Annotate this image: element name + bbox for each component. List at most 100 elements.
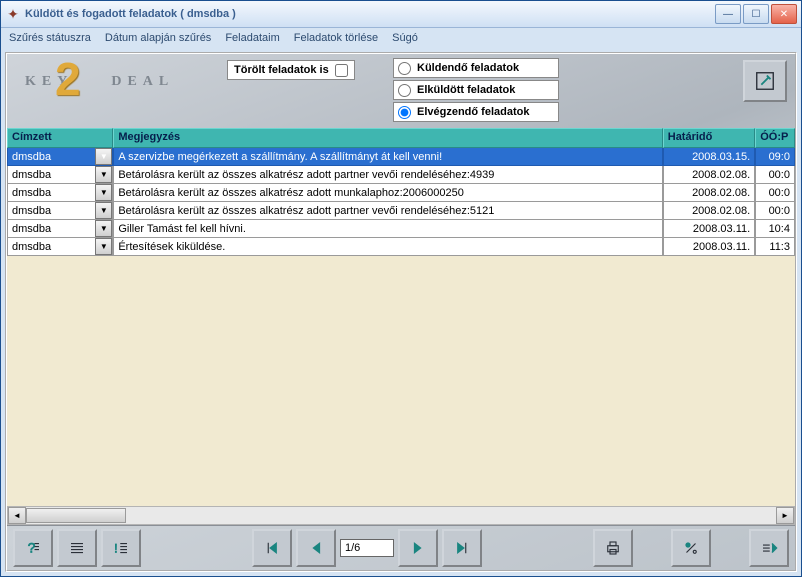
deleted-tasks-label: Törölt feladatok is xyxy=(234,64,329,76)
prev-page-button[interactable] xyxy=(296,529,336,567)
col-time[interactable]: ÓÓ:P xyxy=(755,128,795,148)
page-input[interactable] xyxy=(340,539,394,557)
help-button[interactable]: ? xyxy=(13,529,53,567)
minimize-button[interactable]: — xyxy=(715,4,741,24)
cell-time[interactable]: 00:0 xyxy=(755,184,795,202)
close-button[interactable]: ✕ xyxy=(771,4,797,24)
deleted-tasks-checkbox[interactable] xyxy=(335,64,348,77)
cell-recipient[interactable]: dmsdba▼ xyxy=(7,202,113,220)
scroll-right-button[interactable]: ► xyxy=(776,507,794,524)
content-area: KEY DEAL 2 Törölt feladatok is Küldendő … xyxy=(5,52,797,572)
dropdown-icon[interactable]: ▼ xyxy=(95,202,112,219)
radio-todo[interactable]: Elvégzendő feladatok xyxy=(393,102,559,122)
help-icon: ? xyxy=(24,539,42,557)
cell-note[interactable]: A szervizbe megérkezett a szállítmány. A… xyxy=(113,148,662,166)
cell-time[interactable]: 00:0 xyxy=(755,202,795,220)
edit-button[interactable] xyxy=(743,60,787,102)
app-window: ✦ Küldött és fogadott feladatok ( dmsdba… xyxy=(0,0,802,577)
cell-deadline[interactable]: 2008.02.08. xyxy=(663,184,755,202)
logo: KEY DEAL 2 xyxy=(25,74,174,90)
last-page-button[interactable] xyxy=(442,529,482,567)
horizontal-scrollbar[interactable]: ◄ ► xyxy=(7,506,795,525)
tool-b-icon xyxy=(760,539,778,557)
svg-text:?: ? xyxy=(28,541,36,556)
grid-header: Címzett Megjegyzés Határidő ÓÓ:P xyxy=(7,128,795,148)
dropdown-icon[interactable]: ▼ xyxy=(95,220,112,237)
alert-list-icon: ! xyxy=(112,539,130,557)
last-page-icon xyxy=(453,539,471,557)
table-row[interactable]: dmsdba▼Betárolásra került az összes alka… xyxy=(7,184,795,202)
table-row[interactable]: dmsdba▼A szervizbe megérkezett a szállít… xyxy=(7,148,795,166)
cell-time[interactable]: 11:3 xyxy=(755,238,795,256)
alert-list-button[interactable]: ! xyxy=(101,529,141,567)
menu-filter-date[interactable]: Dátum alapján szűrés xyxy=(105,32,211,44)
next-page-button[interactable] xyxy=(398,529,438,567)
list-button[interactable] xyxy=(57,529,97,567)
tool-b-button[interactable] xyxy=(749,529,789,567)
col-note[interactable]: Megjegyzés xyxy=(113,128,662,148)
table-row[interactable]: dmsdba▼Giller Tamást fel kell hívni.2008… xyxy=(7,220,795,238)
menu-help[interactable]: Súgó xyxy=(392,32,418,44)
table-row[interactable]: dmsdba▼Betárolásra került az összes alka… xyxy=(7,166,795,184)
scroll-thumb[interactable] xyxy=(26,508,126,523)
cell-recipient[interactable]: dmsdba▼ xyxy=(7,238,113,256)
table-row[interactable]: dmsdba▼Értesítések kiküldése.2008.03.11.… xyxy=(7,238,795,256)
cell-note[interactable]: Giller Tamást fel kell hívni. xyxy=(113,220,662,238)
titlebar: ✦ Küldött és fogadott feladatok ( dmsdba… xyxy=(1,1,801,28)
radio-sent-label: Elküldött feladatok xyxy=(417,84,515,96)
cell-time[interactable]: 10:4 xyxy=(755,220,795,238)
menu-my-tasks[interactable]: Feladataim xyxy=(225,32,279,44)
bottom-toolbar: ? ! xyxy=(7,525,795,570)
radio-todo-label: Elvégzendő feladatok xyxy=(417,106,529,118)
grid-body[interactable]: dmsdba▼A szervizbe megérkezett a szállít… xyxy=(7,148,795,506)
app-icon: ✦ xyxy=(5,6,21,22)
radio-to-send-input[interactable] xyxy=(398,62,411,75)
menubar: Szűrés státuszra Dátum alapján szűrés Fe… xyxy=(1,28,801,48)
tool-a-icon xyxy=(682,539,700,557)
toolbar-area: KEY DEAL 2 Törölt feladatok is Küldendő … xyxy=(7,54,795,128)
print-button[interactable] xyxy=(593,529,633,567)
cell-time[interactable]: 09:0 xyxy=(755,148,795,166)
cell-deadline[interactable]: 2008.03.15. xyxy=(663,148,755,166)
tool-a-button[interactable] xyxy=(671,529,711,567)
list-icon xyxy=(68,539,86,557)
dropdown-icon[interactable]: ▼ xyxy=(95,184,112,201)
scroll-left-button[interactable]: ◄ xyxy=(8,507,26,524)
table-row[interactable]: dmsdba▼Betárolásra került az összes alka… xyxy=(7,202,795,220)
dropdown-icon[interactable]: ▼ xyxy=(95,148,112,165)
radio-to-send[interactable]: Küldendő feladatok xyxy=(393,58,559,78)
first-page-button[interactable] xyxy=(252,529,292,567)
cell-recipient[interactable]: dmsdba▼ xyxy=(7,166,113,184)
cell-recipient[interactable]: dmsdba▼ xyxy=(7,184,113,202)
menu-filter-status[interactable]: Szűrés státuszra xyxy=(9,32,91,44)
cell-recipient[interactable]: dmsdba▼ xyxy=(7,220,113,238)
radio-sent-input[interactable] xyxy=(398,84,411,97)
cell-deadline[interactable]: 2008.03.11. xyxy=(663,220,755,238)
cell-recipient[interactable]: dmsdba▼ xyxy=(7,148,113,166)
deleted-tasks-toggle[interactable]: Törölt feladatok is xyxy=(227,60,355,80)
menu-delete-tasks[interactable]: Feladatok törlése xyxy=(294,32,378,44)
col-deadline[interactable]: Határidő xyxy=(663,128,755,148)
dropdown-icon[interactable]: ▼ xyxy=(95,166,112,183)
cell-deadline[interactable]: 2008.02.08. xyxy=(663,202,755,220)
dropdown-icon[interactable]: ▼ xyxy=(95,238,112,255)
cell-note[interactable]: Betárolásra került az összes alkatrész a… xyxy=(113,202,662,220)
task-filter-radios: Küldendő feladatok Elküldött feladatok E… xyxy=(393,58,559,122)
cell-deadline[interactable]: 2008.03.11. xyxy=(663,238,755,256)
first-page-icon xyxy=(263,539,281,557)
cell-note[interactable]: Betárolásra került az összes alkatrész a… xyxy=(113,184,662,202)
radio-to-send-label: Küldendő feladatok xyxy=(417,62,519,74)
radio-sent[interactable]: Elküldött feladatok xyxy=(393,80,559,100)
scroll-track[interactable] xyxy=(26,508,776,523)
cell-deadline[interactable]: 2008.02.08. xyxy=(663,166,755,184)
tasks-grid: Címzett Megjegyzés Határidő ÓÓ:P dmsdba▼… xyxy=(7,128,795,525)
svg-text:!: ! xyxy=(114,542,117,556)
cell-time[interactable]: 00:0 xyxy=(755,166,795,184)
cell-note[interactable]: Értesítések kiküldése. xyxy=(113,238,662,256)
radio-todo-input[interactable] xyxy=(398,106,411,119)
next-page-icon xyxy=(409,539,427,557)
maximize-button[interactable]: ☐ xyxy=(743,4,769,24)
cell-note[interactable]: Betárolásra került az összes alkatrész a… xyxy=(113,166,662,184)
print-icon xyxy=(604,539,622,557)
col-recipient[interactable]: Címzett xyxy=(7,128,113,148)
